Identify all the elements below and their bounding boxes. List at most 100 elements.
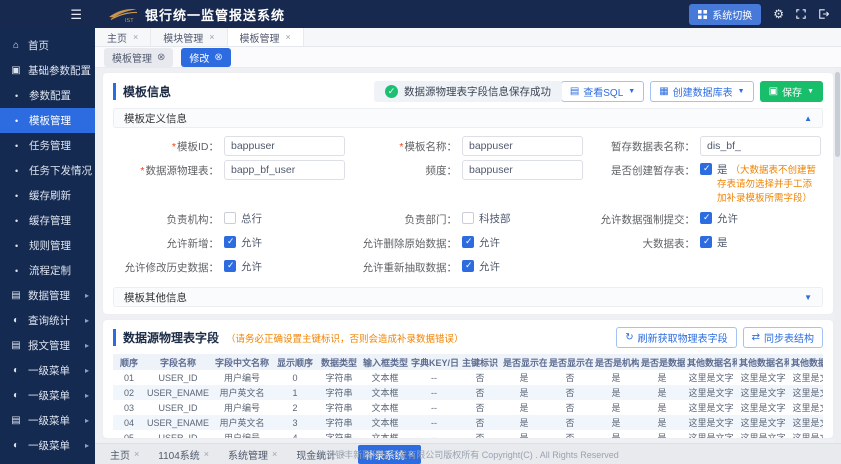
table-row[interactable]: 03USER_ID用户编号2字符串文本框--否是否是是这里是文字这里是文字这里是… <box>113 400 823 415</box>
sidebar-item-参数配置[interactable]: •参数配置 <box>0 83 95 108</box>
chip-修改[interactable]: 修改⊗ <box>181 48 230 67</box>
tab-模块管理[interactable]: 模块管理 × <box>151 28 227 46</box>
table-cell: 这里是文字 <box>789 415 823 430</box>
close-icon[interactable]: × <box>204 449 209 459</box>
sidebar-item-一级菜单[interactable]: ▤一级菜单▸ <box>0 408 95 433</box>
panel-warning-note: （请务必正确设置主键标识，否则会造成补录数据错误） <box>226 331 464 345</box>
form-field-负责机构: 负责机构：总行 <box>115 209 345 229</box>
暂存数据表名称-input[interactable] <box>700 136 821 156</box>
sidebar-item-基础参数配置[interactable]: ▣基础参数配置▾ <box>0 58 95 83</box>
bullet-icon: • <box>15 166 23 176</box>
table-row[interactable]: 02USER_ENAME用户英文名1字符串文本框--否是否是是这里是文字这里是文… <box>113 385 823 400</box>
允许数据强制提交-checkbox[interactable] <box>700 212 712 224</box>
chevron-right-icon: ▸ <box>85 416 89 425</box>
chip-模板管理[interactable]: 模板管理⊗ <box>104 48 173 67</box>
table-cell: 是 <box>639 385 685 400</box>
刷新获取物理表字段-button[interactable]: ↻刷新获取物理表字段 <box>616 327 736 348</box>
bottom-tab-1104系统[interactable]: 1104系统× <box>151 445 216 464</box>
collapse-down-icon[interactable]: ▼ <box>804 293 812 302</box>
同步表结构-button[interactable]: ⇄同步表结构 <box>743 327 823 348</box>
stats-icon: ◐ <box>10 315 22 326</box>
负责机构-checkbox[interactable] <box>224 212 236 224</box>
sidebar-item-数据管理[interactable]: ▤数据管理▸ <box>0 283 95 308</box>
field-label: 是否创建暂存表： <box>591 160 695 178</box>
table-cell: 用户英文名 <box>211 385 273 400</box>
保存-button[interactable]: ▣保存▼ <box>760 81 823 102</box>
close-icon[interactable]: × <box>272 449 277 459</box>
table-row[interactable]: 05USER_ID用户编号4字符串文本框--否是否是是这里是文字这里是文字这里是… <box>113 430 823 438</box>
topbar-actions: 系统切换 ⚙ <box>689 4 841 25</box>
table-cell: -- <box>409 400 459 415</box>
sidebar-item-首页[interactable]: ⌂首页 <box>0 33 95 58</box>
close-icon[interactable]: × <box>134 449 139 459</box>
column-header: 数据类型 <box>317 354 361 370</box>
scrollbar-thumb[interactable] <box>835 72 840 157</box>
sidebar-item-查询统计[interactable]: ◐查询统计▸ <box>0 308 95 333</box>
创建数据库表-button[interactable]: ▦创建数据库表▼ <box>650 81 753 102</box>
sidebar-item-一级菜单[interactable]: ◐一级菜单▸ <box>0 433 95 458</box>
sidebar-item-规则管理[interactable]: •规则管理 <box>0 233 95 258</box>
负责部门-checkbox[interactable] <box>462 212 474 224</box>
svg-text:IST: IST <box>125 18 134 23</box>
table-cell: 这里是文字 <box>685 370 737 385</box>
table-cell: 这里是文字 <box>789 400 823 415</box>
bottom-tab-主页[interactable]: 主页× <box>103 445 146 464</box>
允许修改历史数据-checkbox[interactable] <box>224 260 236 272</box>
collapse-up-icon[interactable]: ▲ <box>804 114 812 123</box>
sidebar-item-label: 任务下发情况 <box>29 163 92 178</box>
logout-icon[interactable] <box>818 9 829 19</box>
tab-主页[interactable]: 主页× <box>95 28 151 46</box>
field-label: *数据源物理表： <box>115 160 219 178</box>
sidebar-item-流程定制[interactable]: •流程定制 <box>0 258 95 283</box>
bottom-tab-系统管理[interactable]: 系统管理× <box>221 445 284 464</box>
checkbox-row: 允许 <box>224 257 345 274</box>
scrollbar[interactable] <box>834 69 841 443</box>
sidebar-item-报文管理[interactable]: ▤报文管理▸ <box>0 333 95 358</box>
sidebar-item-任务下发情况[interactable]: • 任务下发情况 <box>0 158 95 183</box>
close-circle-icon[interactable]: ⊗ <box>214 52 222 63</box>
checkbox-row: 是（大数据表不创建暂存表请勿选择并手工添加补录模板所需字段） <box>700 160 821 205</box>
table-cell: USER_ENAME <box>145 415 211 430</box>
sidebar-item-label: 流程定制 <box>29 263 71 278</box>
check-circle-icon: ✓ <box>385 85 398 98</box>
close-icon[interactable]: × <box>209 32 214 42</box>
查看SQL-button[interactable]: ▤查看SQL▼ <box>561 81 644 102</box>
settings-gear-icon[interactable]: ⚙ <box>773 8 784 20</box>
是否创建暂存表-checkbox[interactable] <box>700 163 712 175</box>
允许新增-checkbox[interactable] <box>224 236 236 248</box>
table-cell: -- <box>409 385 459 400</box>
sidebar-item-一级菜单[interactable]: ◐一级菜单▸ <box>0 358 95 383</box>
允许删除原始数据-checkbox[interactable] <box>462 236 474 248</box>
fullscreen-icon[interactable] <box>796 9 806 19</box>
模板ID-input[interactable] <box>224 136 345 156</box>
field-control: 允许 <box>457 257 583 274</box>
模板名称-input[interactable] <box>462 136 583 156</box>
table-cell: 用户编号 <box>211 430 273 438</box>
sidebar-item-模板管理[interactable]: •模板管理 <box>0 108 95 133</box>
频度-input[interactable] <box>462 160 583 180</box>
允许重新抽取数据-checkbox[interactable] <box>462 260 474 272</box>
table-cell: 是 <box>501 430 547 438</box>
close-icon[interactable]: × <box>286 32 291 42</box>
close-icon[interactable]: × <box>133 32 138 42</box>
table-row[interactable]: 04USER_ENAME用户英文名3字符串文本框--否是否是是这里是文字这里是文… <box>113 415 823 430</box>
table-cell: 字符串 <box>317 400 361 415</box>
tab-模板管理[interactable]: 模板管理× <box>228 28 304 46</box>
sidebar-collapse-icon[interactable]: ☰ <box>70 8 82 21</box>
column-header: 显示顺序 <box>273 354 317 370</box>
数据源物理表-input[interactable] <box>224 160 345 180</box>
table-cell: 否 <box>547 385 593 400</box>
sidebar-item-缓存管理[interactable]: •缓存管理 <box>0 208 95 233</box>
system-switch-button[interactable]: 系统切换 <box>689 4 761 25</box>
close-circle-icon[interactable]: ⊗ <box>157 52 165 63</box>
tab-label: 模块管理 <box>163 30 203 45</box>
sidebar-item-任务管理[interactable]: •任务管理 <box>0 133 95 158</box>
checkbox-text: 是 <box>717 235 728 250</box>
大数据表-checkbox[interactable] <box>700 236 712 248</box>
table-row[interactable]: 01USER_ID用户编号0字符串文本框--否是否是是这里是文字这里是文字这里是… <box>113 370 823 385</box>
sidebar-item-缓存刷新[interactable]: •缓存刷新 <box>0 183 95 208</box>
table-cell: 3 <box>273 415 317 430</box>
sidebar-item-一级菜单[interactable]: ◐一级菜单▸ <box>0 383 95 408</box>
table-cell: 这里是文字 <box>789 385 823 400</box>
table-cell: 是 <box>593 415 639 430</box>
